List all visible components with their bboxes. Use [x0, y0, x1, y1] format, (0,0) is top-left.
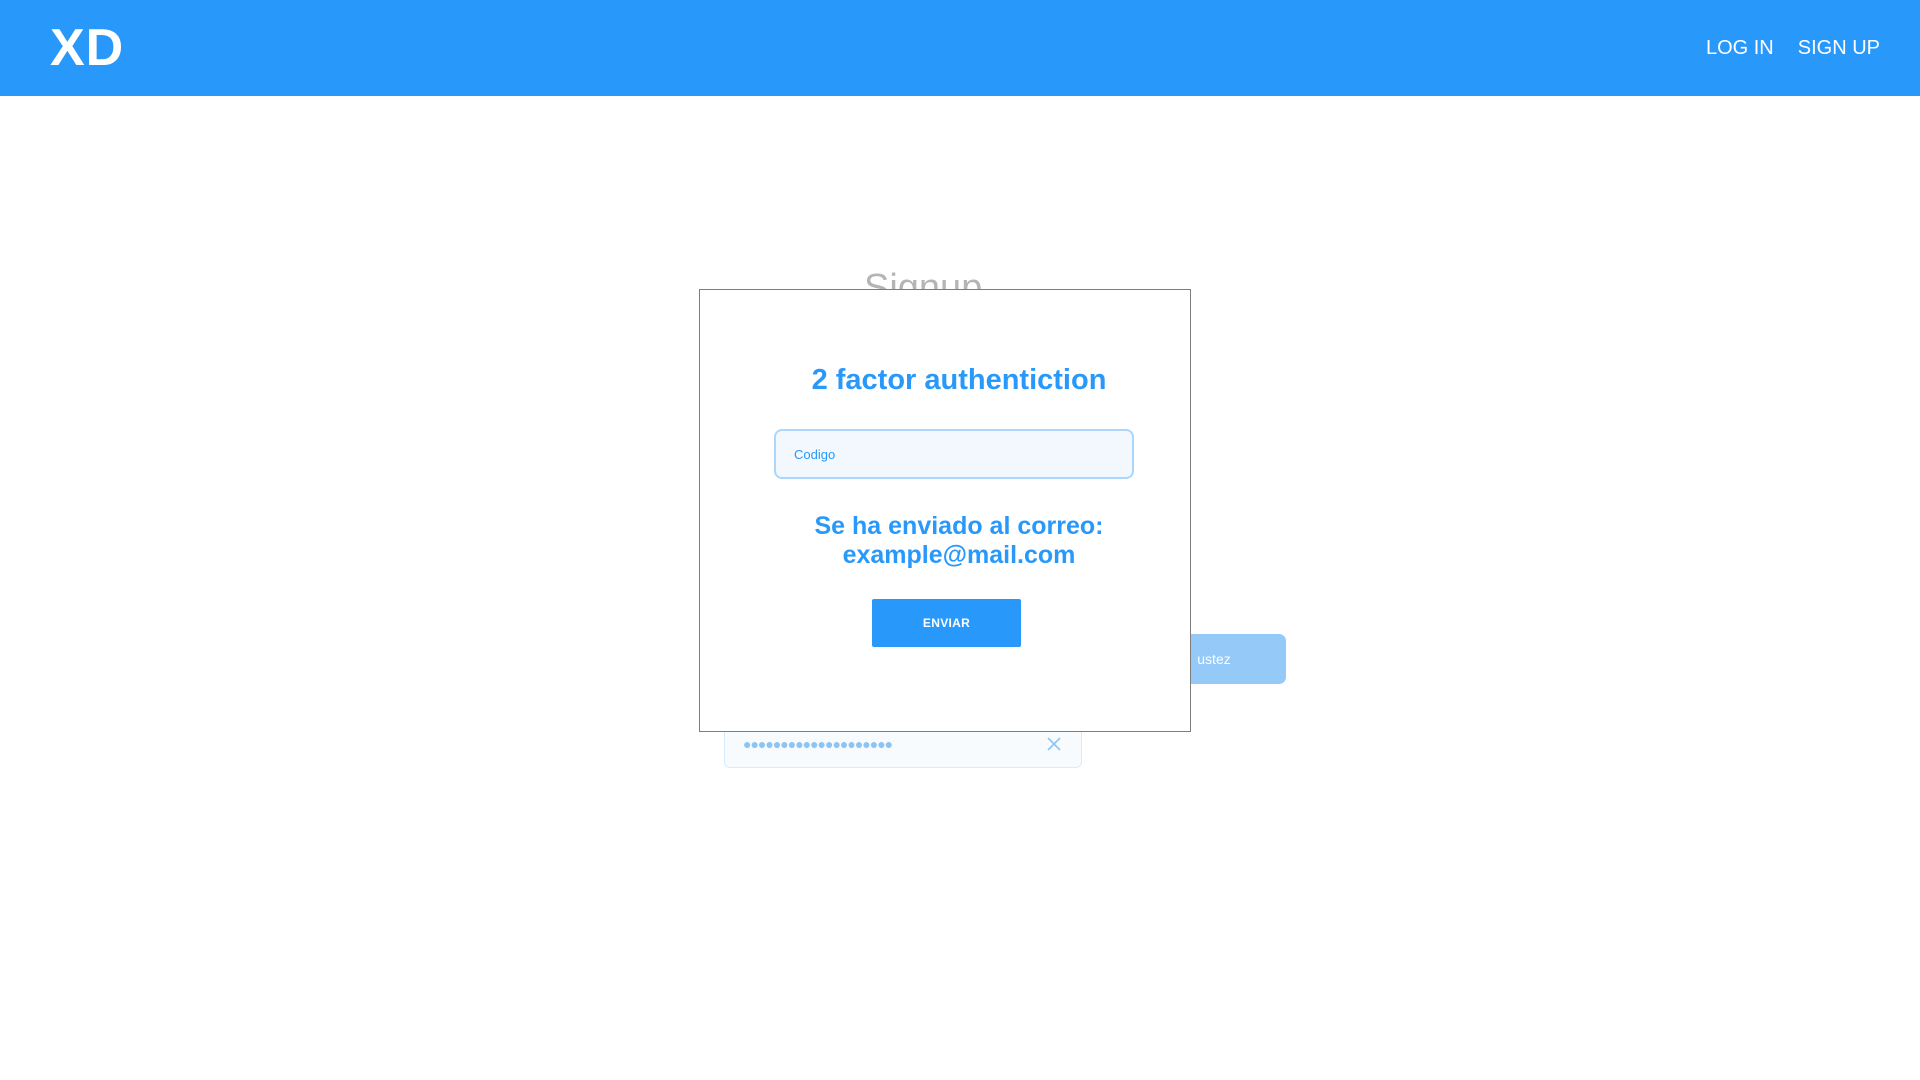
- nav-links: LOG IN SIGN UP: [1706, 34, 1880, 62]
- code-input[interactable]: [774, 429, 1134, 479]
- signup-link[interactable]: SIGN UP: [1798, 34, 1880, 62]
- send-button[interactable]: ENVIAR: [872, 599, 1021, 647]
- sent-message-line: Se ha enviado al correo:: [814, 512, 1104, 540]
- two-factor-modal: 2 factor authentiction Se ha enviado al …: [699, 289, 1191, 732]
- password-value: ●●●●●●●●●●●●●●●●●●●●: [743, 736, 893, 752]
- sent-message: Se ha enviado al correo: example@mail.co…: [700, 512, 1190, 570]
- page: XD LOG IN SIGN UP Signup ustez ●●●●●●●●●…: [0, 0, 1920, 1080]
- login-link[interactable]: LOG IN: [1706, 34, 1774, 62]
- logo[interactable]: XD: [50, 18, 124, 78]
- sent-email: example@mail.com: [842, 541, 1076, 569]
- close-icon[interactable]: [1045, 735, 1063, 753]
- modal-title: 2 factor authentiction: [811, 364, 1107, 396]
- top-navbar: XD LOG IN SIGN UP: [0, 0, 1920, 96]
